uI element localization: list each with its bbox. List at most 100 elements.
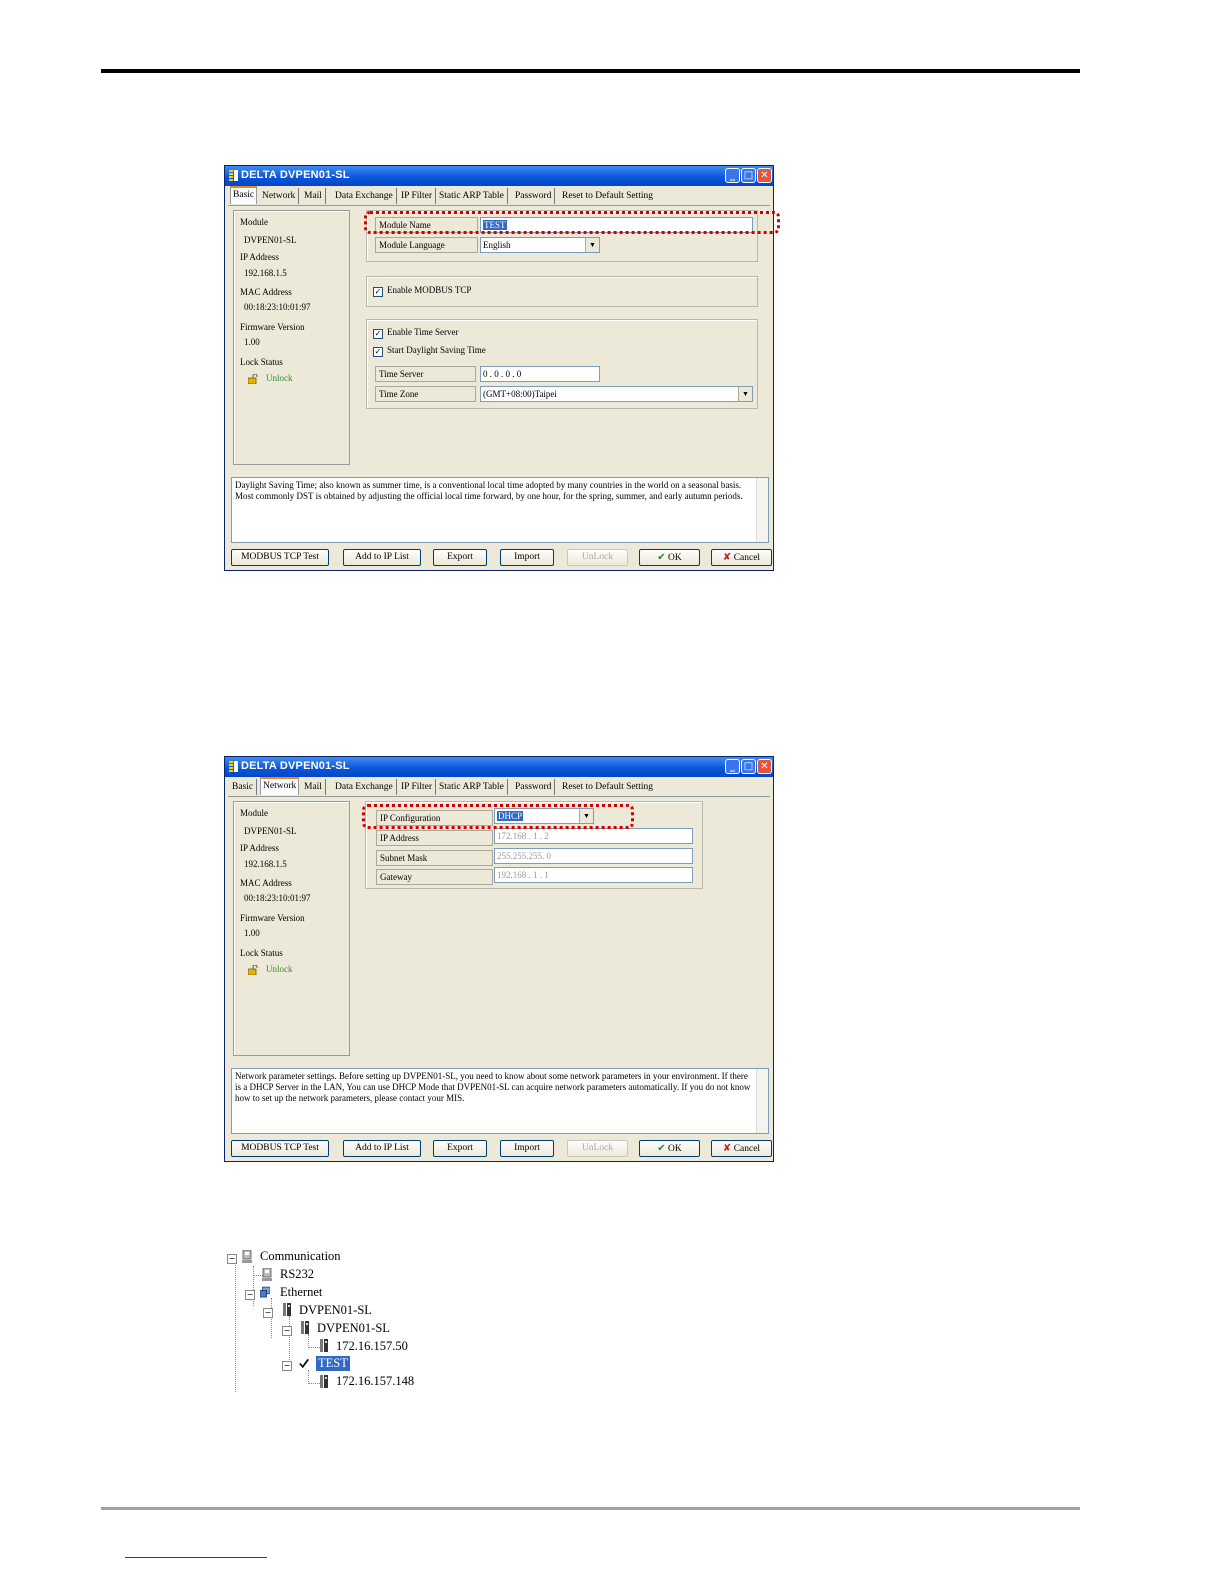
ip-address-value: 192.168.1.5	[244, 859, 287, 869]
tree-guide-line	[253, 1266, 254, 1306]
time-server-label: Time Server	[375, 366, 476, 382]
ip-address-label: IP Address	[240, 252, 279, 262]
tree-node-dvpen01-sl[interactable]: DVPEN01-SL	[317, 1321, 390, 1336]
add-to-ip-list-button[interactable]: Add to IP List	[343, 1140, 421, 1157]
tab-data-exchange[interactable]: Data Exchange	[335, 188, 397, 204]
subnet-mask-input[interactable]: 255.255.255. 0	[494, 848, 693, 864]
ok-button[interactable]: ✔ OK	[639, 549, 700, 566]
tab-data-exchange[interactable]: Data Exchange	[335, 779, 397, 795]
ip-address-field-label: IP Address	[376, 830, 493, 846]
import-button[interactable]: Import	[500, 549, 554, 566]
dropdown-arrow-icon[interactable]: ▼	[585, 238, 599, 252]
tab-password[interactable]: Password	[515, 779, 556, 795]
enable-time-server-checkbox[interactable]: ✓ Enable Time Server	[373, 327, 459, 339]
window-titlebar: DELTA DVPEN01-SL _ □ ✕	[225, 757, 773, 777]
time-zone-select[interactable]: (GMT+08:00)Taipei ▼	[480, 386, 753, 402]
mac-address-label: MAC Address	[240, 287, 292, 297]
time-zone-value: (GMT+08:00)Taipei	[483, 389, 557, 399]
tab-ip-filter[interactable]: IP Filter	[401, 188, 437, 204]
unlock-button[interactable]: UnLock	[567, 1140, 628, 1157]
tree-node-communication[interactable]: Communication	[260, 1249, 341, 1264]
tab-basic[interactable]: Basic	[232, 779, 258, 795]
tree-node-rs232[interactable]: RS232	[280, 1267, 314, 1282]
module-language-label: Module Language	[375, 237, 478, 253]
module-language-value: English	[483, 240, 511, 250]
description-scrollbar[interactable]	[756, 478, 768, 542]
tab-network[interactable]: Network	[260, 777, 300, 795]
checkmark-icon: ✓	[373, 287, 383, 297]
close-icon[interactable]: ✕	[757, 168, 772, 183]
tab-network[interactable]: Network	[262, 188, 300, 204]
lock-open-icon	[248, 965, 258, 975]
tree-collapse-toggle[interactable]: −	[227, 1254, 237, 1264]
tree-guide-line	[235, 1258, 236, 1392]
minimize-icon[interactable]: _	[725, 168, 740, 183]
module-info-panel: Module DVPEN01-SL IP Address 192.168.1.5…	[233, 210, 350, 465]
dropdown-arrow-icon[interactable]: ▼	[738, 387, 752, 401]
tree-check-icon	[299, 1358, 309, 1369]
tree-module-icon	[320, 1375, 328, 1388]
cancel-button[interactable]: ✘ Cancel	[711, 1140, 772, 1157]
tree-node-test[interactable]: TEST	[316, 1356, 350, 1371]
module-value: DVPEN01-SL	[244, 235, 297, 245]
mac-address-value: 00:18:23:10:01:97	[244, 893, 311, 903]
description-box[interactable]: Network parameter settings. Before setti…	[231, 1068, 769, 1134]
tree-node-ethernet[interactable]: Ethernet	[280, 1285, 322, 1300]
export-button[interactable]: Export	[433, 1140, 487, 1157]
time-server-input[interactable]: 0 . 0 . 0 . 0	[480, 366, 600, 382]
firmware-label: Firmware Version	[240, 322, 305, 332]
tree-node-ip-2[interactable]: 172.16.157.148	[336, 1374, 414, 1389]
tree-node-ip-1[interactable]: 172.16.157.50	[336, 1339, 408, 1354]
close-icon[interactable]: ✕	[757, 759, 772, 774]
tab-strip: Basic Network Mail Data Exchange IP Filt…	[228, 186, 770, 206]
description-scrollbar[interactable]	[756, 1069, 768, 1133]
export-button[interactable]: Export	[433, 549, 487, 566]
start-dst-checkbox[interactable]: ✓ Start Daylight Saving Time	[373, 345, 486, 357]
tab-static-arp[interactable]: Static ARP Table	[439, 779, 508, 795]
enable-modbus-checkbox[interactable]: ✓ Enable MODBUS TCP	[373, 285, 471, 297]
cancel-label: Cancel	[733, 553, 761, 563]
gateway-input[interactable]: 192.168 . 1 . 1	[494, 867, 693, 883]
tree-collapse-toggle[interactable]: −	[282, 1326, 292, 1336]
tree-collapse-toggle[interactable]: −	[245, 1290, 255, 1300]
minimize-icon[interactable]: _	[725, 759, 740, 774]
tab-reset-default[interactable]: Reset to Default Setting	[562, 188, 653, 204]
x-icon: ✘	[722, 552, 732, 563]
tree-collapse-toggle[interactable]: −	[263, 1308, 273, 1318]
tab-static-arp[interactable]: Static ARP Table	[439, 188, 508, 204]
maximize-icon[interactable]: □	[741, 168, 756, 183]
mac-address-label: MAC Address	[240, 878, 292, 888]
tree-computer-icon	[242, 1250, 252, 1263]
tree-guide-line	[308, 1334, 309, 1348]
modbus-group: ✓ Enable MODBUS TCP	[366, 276, 758, 307]
cancel-button[interactable]: ✘ Cancel	[711, 549, 772, 566]
import-button[interactable]: Import	[500, 1140, 554, 1157]
ip-address-input[interactable]: 172.168 . 1 . 2	[494, 828, 693, 844]
tab-mail[interactable]: Mail	[304, 188, 326, 204]
tab-mail[interactable]: Mail	[304, 779, 326, 795]
module-label: Module	[240, 217, 268, 227]
add-to-ip-list-button[interactable]: Add to IP List	[343, 549, 421, 566]
ok-button[interactable]: ✔ OK	[639, 1140, 700, 1157]
footer-link-underline[interactable]	[125, 1557, 267, 1558]
window-title: DELTA DVPEN01-SL	[241, 169, 350, 181]
checkmark-icon: ✔	[657, 552, 666, 563]
module-language-select[interactable]: English ▼	[480, 237, 600, 253]
maximize-icon[interactable]: □	[741, 759, 756, 774]
tree-module-icon	[320, 1339, 328, 1352]
unlock-button[interactable]: UnLock	[567, 549, 628, 566]
tree-module-icon	[283, 1303, 291, 1316]
tree-node-dvpen01-sl-group[interactable]: DVPEN01-SL	[299, 1303, 372, 1318]
tab-password[interactable]: Password	[515, 188, 556, 204]
description-box[interactable]: Daylight Saving Time; also known as summ…	[231, 477, 769, 543]
tab-reset-default[interactable]: Reset to Default Setting	[562, 779, 653, 795]
checkmark-icon: ✔	[657, 1143, 666, 1154]
tab-basic[interactable]: Basic	[230, 186, 258, 204]
tree-collapse-toggle[interactable]: −	[282, 1361, 292, 1371]
tab-ip-filter[interactable]: IP Filter	[401, 779, 437, 795]
app-icon	[229, 761, 238, 772]
modbus-tcp-test-button[interactable]: MODBUS TCP Test	[231, 549, 329, 566]
lock-status-label: Lock Status	[240, 357, 283, 367]
modbus-tcp-test-button[interactable]: MODBUS TCP Test	[231, 1140, 329, 1157]
module-value: DVPEN01-SL	[244, 826, 297, 836]
